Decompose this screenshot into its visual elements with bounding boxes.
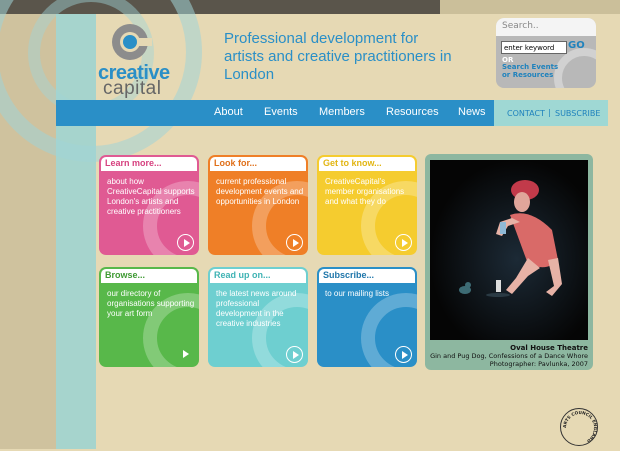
tile-header: Get to know... bbox=[319, 157, 415, 171]
page-tagline: Professional development for artists and… bbox=[224, 30, 452, 83]
tile-heading: Look for... bbox=[214, 158, 258, 168]
tile-header: Read up on... bbox=[210, 269, 306, 283]
tile-heading: Learn more... bbox=[105, 158, 162, 168]
tile-body-text: the latest news around professional deve… bbox=[216, 289, 297, 328]
nav-news[interactable]: News bbox=[458, 106, 486, 118]
search-heading: Search.. bbox=[502, 21, 539, 31]
tile-subscribe[interactable]: Subscribe... to our mailing lists bbox=[317, 267, 417, 367]
nav-resources[interactable]: Resources bbox=[386, 106, 439, 118]
tile-heading: Browse... bbox=[105, 270, 146, 280]
search-input[interactable] bbox=[501, 41, 567, 54]
arts-council-seal-icon: ARTS COUNCIL ENGLAND bbox=[562, 410, 598, 444]
advanced-search-link[interactable]: Search Events or Resources bbox=[502, 63, 568, 79]
photo-credit-title: Gin and Pug Dog, Confessions of a Dance … bbox=[430, 352, 588, 360]
tile-browse[interactable]: Browse... our directory of organisations… bbox=[99, 267, 199, 367]
search-panel: Search.. GO OR Search Events or Resource… bbox=[496, 18, 596, 88]
arts-council-logo[interactable]: ARTS COUNCIL ENGLAND bbox=[560, 408, 598, 446]
subscribe-link[interactable]: SUBSCRIBE bbox=[555, 109, 600, 118]
tile-header: Browse... bbox=[101, 269, 197, 283]
logo-word-capital[interactable]: capital bbox=[103, 78, 161, 100]
play-arrow-icon[interactable] bbox=[286, 346, 303, 363]
nav-about[interactable]: About bbox=[214, 106, 243, 118]
tile-heading: Get to know... bbox=[323, 158, 382, 168]
play-arrow-icon[interactable] bbox=[395, 346, 412, 363]
contact-link[interactable]: CONTACT bbox=[507, 109, 545, 118]
tile-header: Subscribe... bbox=[319, 269, 415, 283]
svg-text:ARTS COUNCIL ENGLAND: ARTS COUNCIL ENGLAND bbox=[562, 410, 598, 444]
performer-image bbox=[430, 160, 588, 340]
play-arrow-icon[interactable] bbox=[286, 234, 303, 251]
photo-credit-photographer: Photographer: Pavlunka, 2007 bbox=[489, 360, 588, 368]
tile-header: Learn more... bbox=[101, 157, 197, 171]
top-bar-right bbox=[440, 0, 620, 14]
tile-body-text: CreativeCapital's member organisations a… bbox=[325, 177, 405, 206]
nav-separator: | bbox=[548, 108, 551, 117]
tile-learn-more[interactable]: Learn more... about how CreativeCapital … bbox=[99, 155, 199, 255]
tile-look-for[interactable]: Look for... current professional develop… bbox=[208, 155, 308, 255]
photo-venue: Oval House Theatre bbox=[510, 344, 588, 352]
play-arrow-icon[interactable] bbox=[395, 234, 412, 251]
nav-members[interactable]: Members bbox=[319, 106, 365, 118]
logo-icon-gap bbox=[138, 38, 152, 46]
tile-body-text: our directory of organisations supportin… bbox=[107, 289, 195, 318]
photo-credit: Gin and Pug Dog, Confessions of a Dance … bbox=[420, 352, 588, 368]
play-arrow-icon[interactable] bbox=[177, 234, 194, 251]
search-go-button[interactable]: GO bbox=[568, 40, 585, 51]
tile-read-up-on[interactable]: Read up on... the latest news around pro… bbox=[208, 267, 308, 367]
performance-photo bbox=[430, 160, 588, 340]
tile-heading: Read up on... bbox=[214, 270, 271, 280]
tile-body-text: current professional development events … bbox=[216, 177, 304, 206]
tile-get-to-know[interactable]: Get to know... CreativeCapital's member … bbox=[317, 155, 417, 255]
main-nav: About Events Members Resources News bbox=[56, 100, 494, 126]
tile-body-text: about how CreativeCapital supports Londo… bbox=[107, 177, 195, 216]
play-arrow-icon[interactable] bbox=[177, 346, 194, 363]
nav-events[interactable]: Events bbox=[264, 106, 298, 118]
search-header: Search.. bbox=[496, 18, 596, 36]
tile-heading: Subscribe... bbox=[323, 270, 375, 280]
tile-body-text: to our mailing lists bbox=[325, 289, 390, 298]
tile-header: Look for... bbox=[210, 157, 306, 171]
